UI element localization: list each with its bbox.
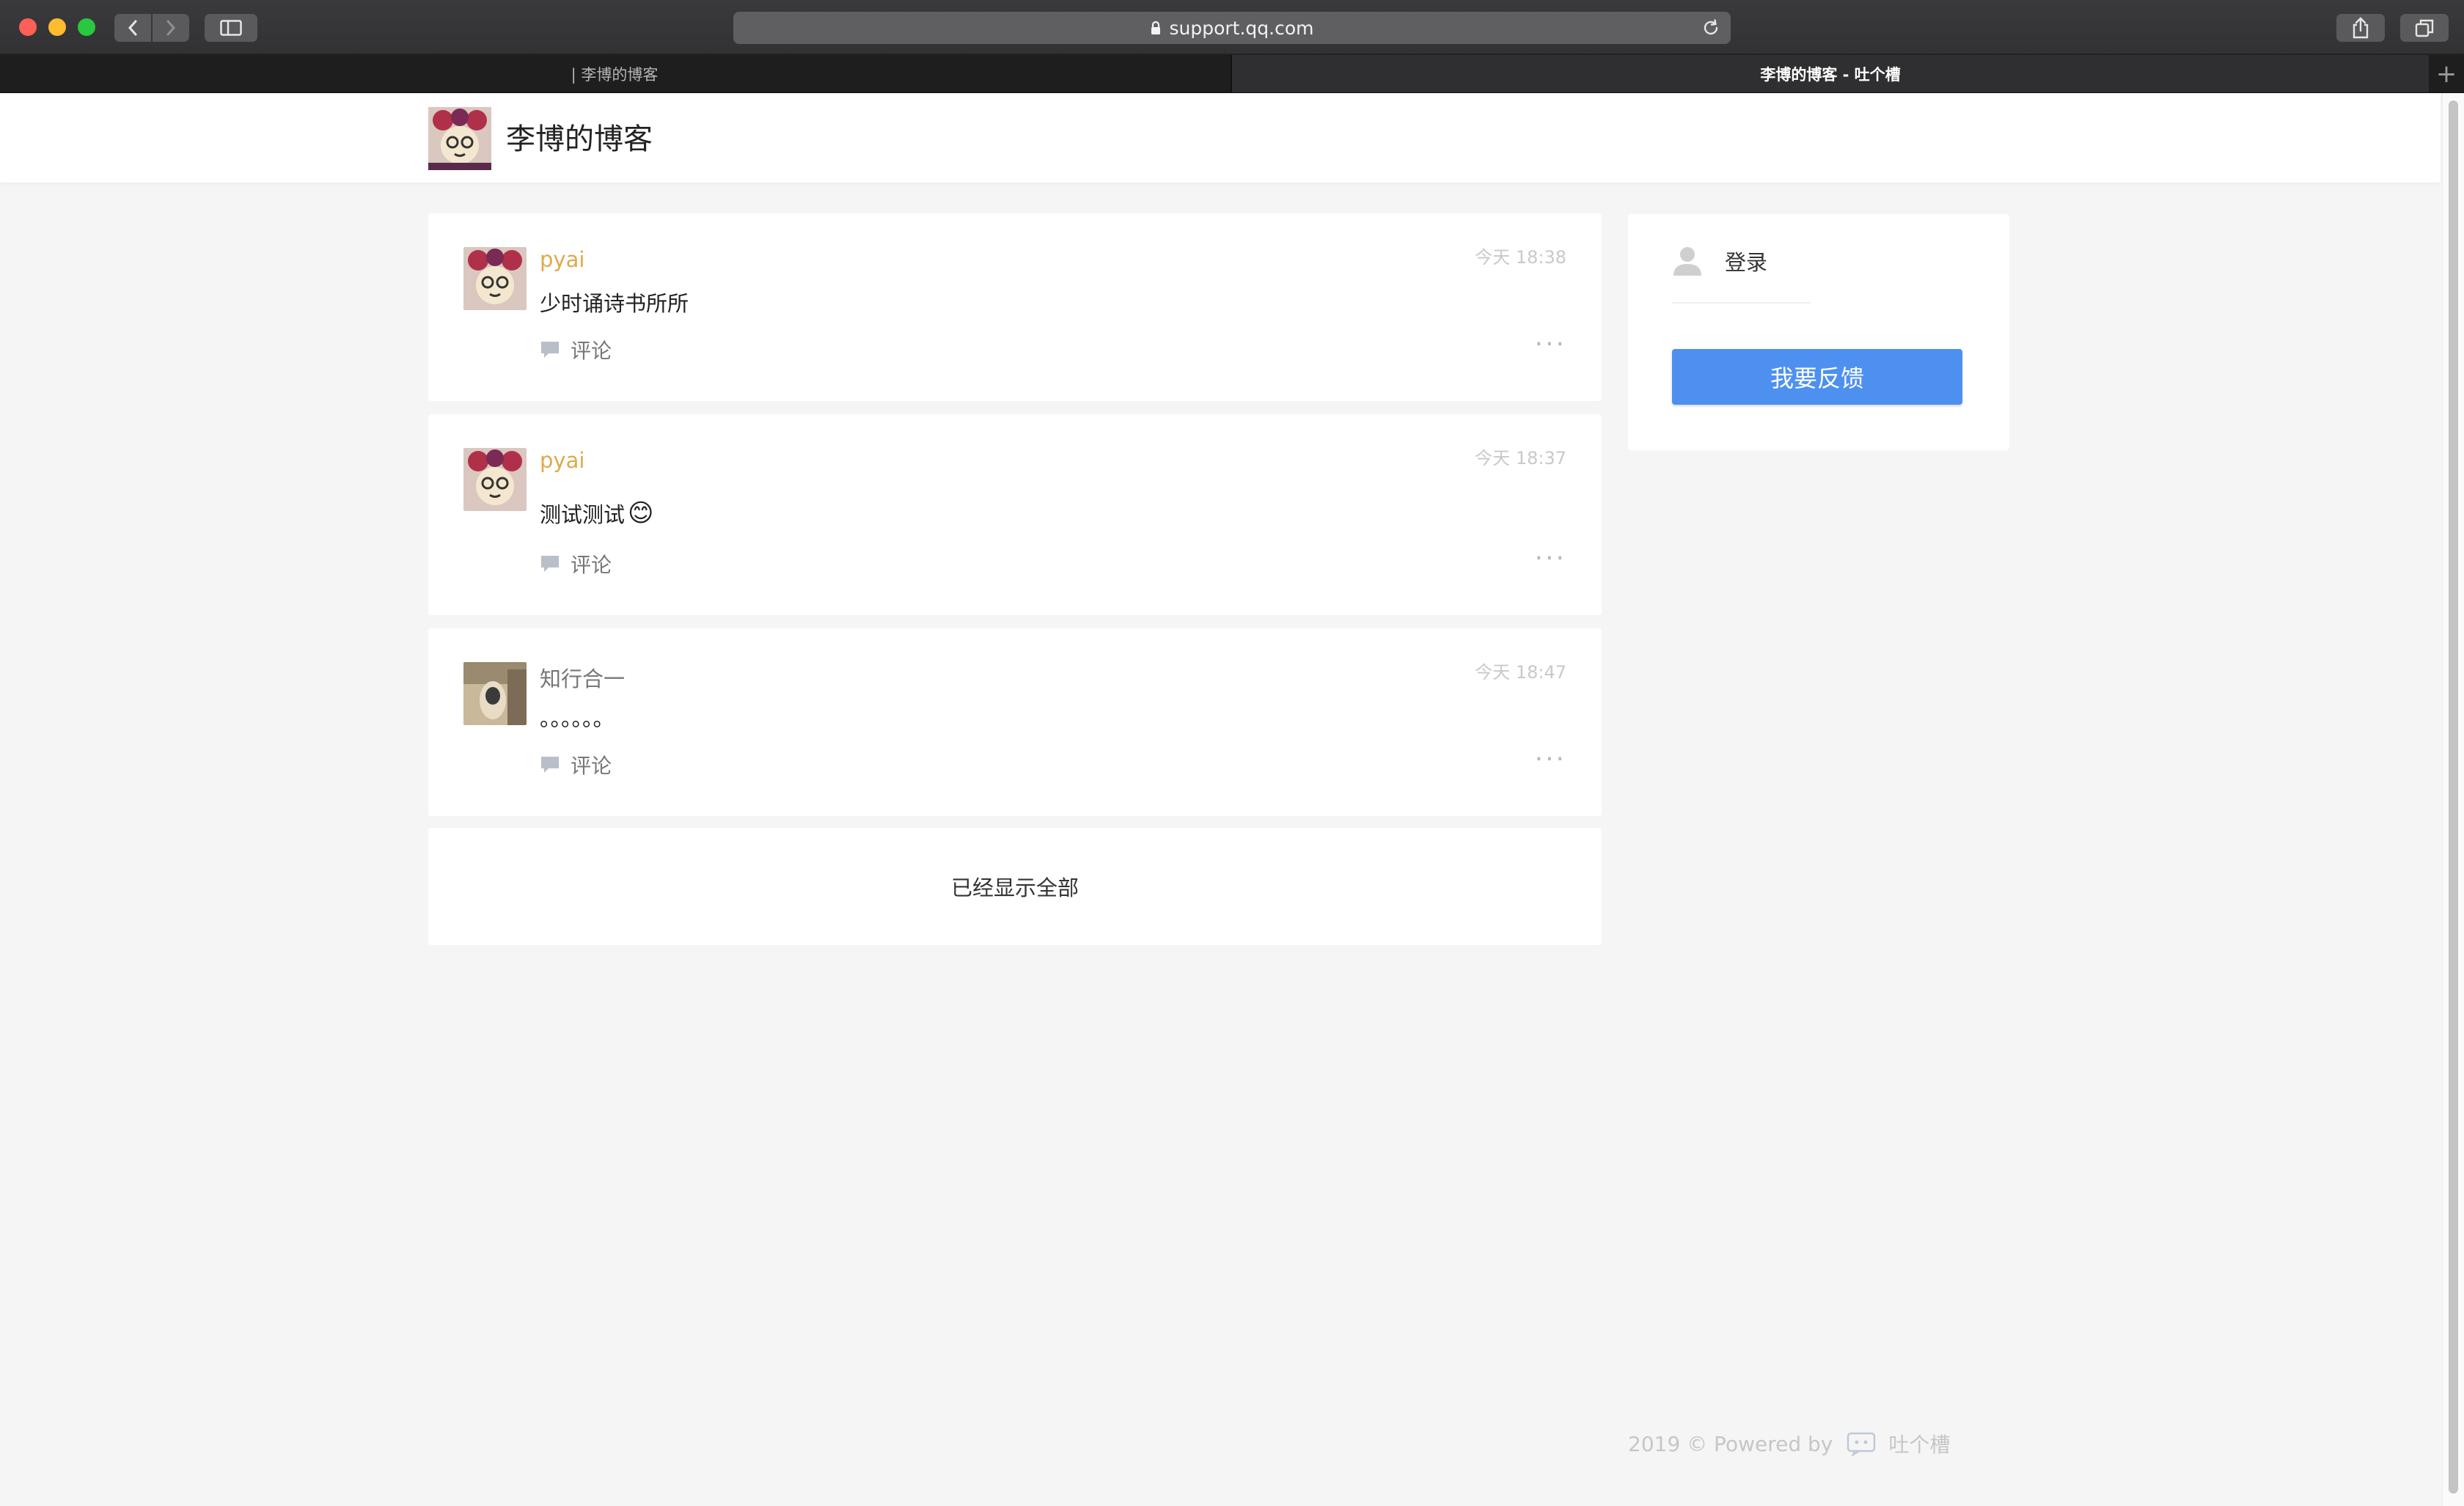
plus-icon: +: [2435, 59, 2457, 89]
tab-label: 李博的博客 - 吐个槽: [1760, 65, 1901, 84]
page-content: 李博的博客 pyai 今天 18:38 少时诵诗书所所 评论 ··· pyai …: [0, 93, 2441, 1506]
post-text: 测试测试: [540, 502, 626, 527]
author-name[interactable]: pyai: [540, 448, 584, 473]
tab-blog[interactable]: | 李博的博客: [0, 55, 1229, 92]
author-name[interactable]: pyai: [540, 247, 584, 272]
avatar[interactable]: [463, 448, 527, 511]
author-name[interactable]: 知行合一: [540, 662, 625, 693]
tab-bar: | 李博的博客 李博的博客 - 吐个槽 +: [0, 55, 2464, 93]
post-content: 测试测试 😊: [540, 498, 653, 529]
lock-icon: [1150, 21, 1162, 35]
post-time: 今天 18:37: [1475, 448, 1566, 469]
post-card: 知行合一 今天 18:47 。。。。。。 评论 ···: [428, 628, 1602, 816]
more-options-button[interactable]: ···: [1535, 329, 1566, 359]
share-button[interactable]: [2336, 14, 2385, 42]
list-end-card: 已经显示全部: [428, 828, 1602, 945]
tab-label: | 李博的博客: [571, 65, 659, 84]
tab-overview-button[interactable]: [2400, 14, 2449, 42]
list-end-text: 已经显示全部: [950, 875, 1079, 900]
feedback-button[interactable]: 我要反馈: [1672, 349, 1962, 405]
reload-icon[interactable]: [1701, 18, 1720, 42]
post-card: pyai 今天 18:38 少时诵诗书所所 评论 ···: [428, 213, 1602, 401]
avatar[interactable]: [463, 662, 527, 725]
post-content: 。。。。。。: [540, 702, 615, 732]
powered-by-footer: 2019 © Powered by 吐个槽: [1628, 1429, 1950, 1458]
chevron-left-icon: [128, 20, 137, 36]
more-options-button[interactable]: ···: [1535, 543, 1566, 573]
tab-feedback-active[interactable]: 李博的博客 - 吐个槽: [1231, 55, 2429, 92]
address-bar[interactable]: support.qq.com: [733, 12, 1731, 44]
back-button[interactable]: [114, 14, 151, 42]
sidebar-icon: [220, 20, 242, 36]
close-window-button[interactable]: [19, 18, 37, 36]
more-options-button[interactable]: ···: [1535, 744, 1566, 774]
divider: [1672, 302, 1811, 304]
comment-label: 评论: [571, 339, 612, 363]
post-time: 今天 18:47: [1475, 662, 1566, 683]
login-label: 登录: [1725, 250, 1768, 275]
comment-button[interactable]: 评论: [540, 549, 612, 578]
comment-button[interactable]: 评论: [540, 750, 612, 779]
page-scrollbar[interactable]: [2442, 93, 2464, 1506]
post-text: 少时诵诗书所所: [540, 291, 689, 316]
user-icon: [1673, 247, 1701, 276]
comment-icon: [541, 556, 559, 572]
browser-toolbar: support.qq.com: [0, 0, 2464, 55]
site-header: 李博的博客: [0, 93, 2441, 183]
zoom-window-button[interactable]: [78, 18, 95, 36]
scrollbar-thumb[interactable]: [2449, 100, 2458, 1494]
minimize-window-button[interactable]: [48, 18, 66, 36]
new-tab-button[interactable]: +: [2429, 55, 2464, 92]
comment-label: 评论: [571, 553, 612, 577]
tucao-logo-icon: [1846, 1431, 1877, 1456]
post-card: pyai 今天 18:37 测试测试 😊 评论 ···: [428, 414, 1602, 615]
comment-label: 评论: [571, 754, 612, 778]
login-link[interactable]: 登录: [1672, 245, 1767, 277]
post-time: 今天 18:38: [1475, 247, 1566, 268]
comment-icon: [541, 757, 559, 773]
site-logo[interactable]: [428, 107, 491, 170]
site-title[interactable]: 李博的博客: [506, 115, 653, 158]
smile-emoji-icon: 😊: [628, 499, 654, 528]
post-text: 。。。。。。: [540, 706, 615, 731]
powered-text: 2019 © Powered by: [1628, 1431, 1833, 1456]
comment-button[interactable]: 评论: [540, 335, 612, 364]
tabs-overview-icon: [2415, 19, 2434, 37]
share-icon: [2353, 17, 2369, 39]
avatar[interactable]: [463, 247, 527, 310]
chevron-right-icon: [166, 20, 176, 36]
forward-button[interactable]: [153, 14, 189, 42]
sidebar-card: 登录 我要反馈: [1628, 214, 2009, 450]
powered-brand-link[interactable]: 吐个槽: [1888, 1429, 1950, 1458]
comment-icon: [541, 342, 559, 358]
url-text: support.qq.com: [1169, 17, 1314, 39]
post-content: 少时诵诗书所所: [540, 287, 689, 317]
sidebar-toggle-button[interactable]: [205, 14, 257, 42]
